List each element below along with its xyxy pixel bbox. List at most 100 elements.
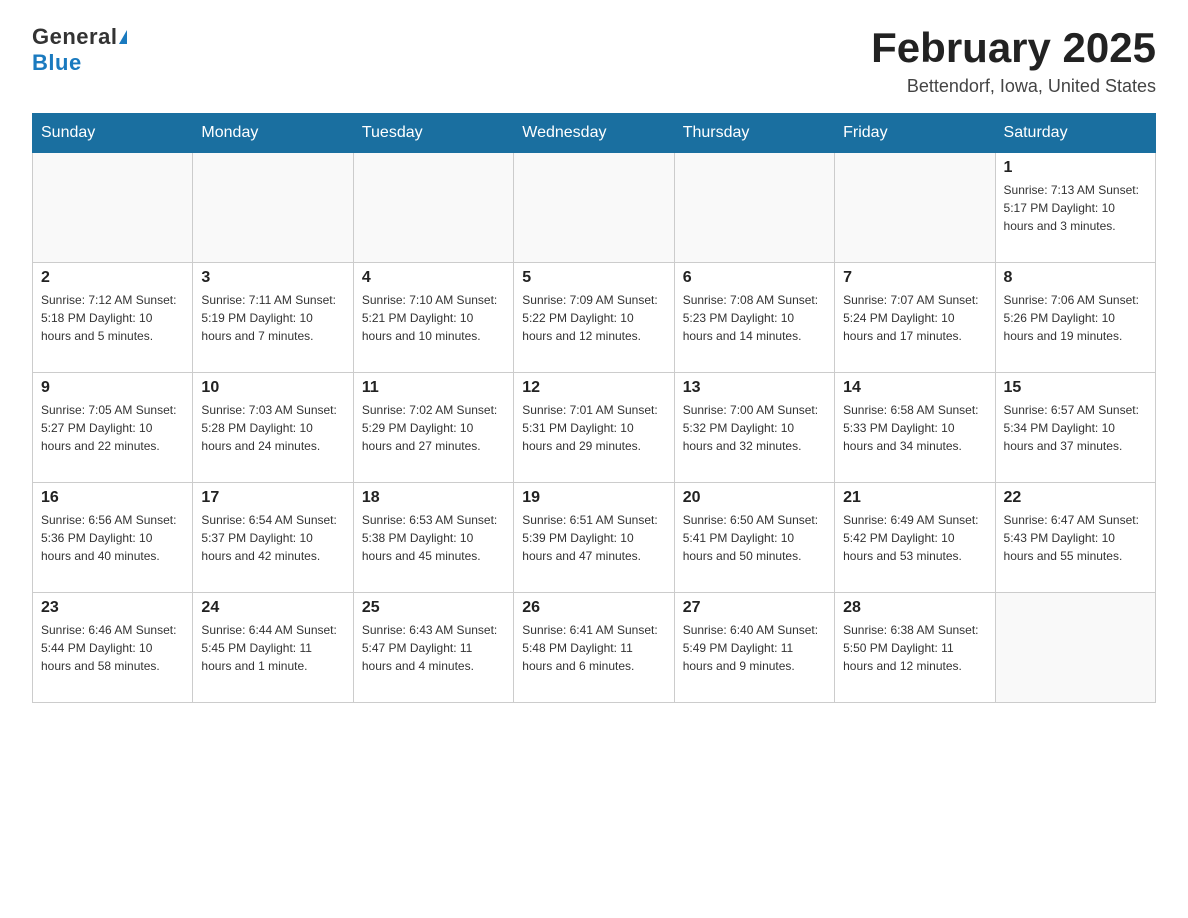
day-number: 21 (843, 489, 986, 507)
table-row: 5 Sunrise: 7:09 AM Sunset: 5:22 PM Daylig… (514, 263, 674, 373)
table-row: 19 Sunrise: 6:51 AM Sunset: 5:39 PM Dayli… (514, 483, 674, 593)
day-info: Sunrise: 6:47 AM Sunset: 5:43 PM Dayligh… (1004, 511, 1147, 565)
day-number: 7 (843, 269, 986, 287)
day-info: Sunrise: 6:38 AM Sunset: 5:50 PM Dayligh… (843, 621, 986, 675)
table-row: 23 Sunrise: 6:46 AM Sunset: 5:44 PM Dayli… (33, 593, 193, 703)
logo-blue-text: Blue (32, 50, 82, 76)
day-info: Sunrise: 7:12 AM Sunset: 5:18 PM Dayligh… (41, 291, 184, 345)
table-row: 20Sunrise: 6:50 AM Sunset: 5:41 PM Dayli… (674, 483, 834, 593)
day-number: 5 (522, 269, 665, 287)
header-thursday: Thursday (674, 114, 834, 153)
table-row: 25 Sunrise: 6:43 AM Sunset: 5:47 PM Dayli… (353, 593, 513, 703)
day-info: Sunrise: 7:05 AM Sunset: 5:27 PM Dayligh… (41, 401, 184, 455)
day-info: Sunrise: 6:41 AM Sunset: 5:48 PM Dayligh… (522, 621, 665, 675)
table-row: 13 Sunrise: 7:00 AM Sunset: 5:32 PM Dayli… (674, 373, 834, 483)
day-info: Sunrise: 7:07 AM Sunset: 5:24 PM Dayligh… (843, 291, 986, 345)
day-number: 24 (201, 599, 344, 617)
header-monday: Monday (193, 114, 353, 153)
day-number: 25 (362, 599, 505, 617)
day-info: Sunrise: 6:57 AM Sunset: 5:34 PM Dayligh… (1004, 401, 1147, 455)
table-row: 21 Sunrise: 6:49 AM Sunset: 5:42 PM Dayli… (835, 483, 995, 593)
table-row: 9Sunrise: 7:05 AM Sunset: 5:27 PM Daylig… (33, 373, 193, 483)
calendar-header-row: Sunday Monday Tuesday Wednesday Thursday… (33, 114, 1156, 153)
table-row: 11 Sunrise: 7:02 AM Sunset: 5:29 PM Dayli… (353, 373, 513, 483)
table-row: 10Sunrise: 7:03 AM Sunset: 5:28 PM Dayli… (193, 373, 353, 483)
header-sunday: Sunday (33, 114, 193, 153)
header-friday: Friday (835, 114, 995, 153)
day-number: 20 (683, 489, 826, 507)
day-number: 1 (1004, 159, 1147, 177)
table-row: 27 Sunrise: 6:40 AM Sunset: 5:49 PM Dayli… (674, 593, 834, 703)
day-info: Sunrise: 6:49 AM Sunset: 5:42 PM Dayligh… (843, 511, 986, 565)
day-number: 2 (41, 269, 184, 287)
table-row: 7 Sunrise: 7:07 AM Sunset: 5:24 PM Daylig… (835, 263, 995, 373)
day-number: 18 (362, 489, 505, 507)
day-info: Sunrise: 7:01 AM Sunset: 5:31 PM Dayligh… (522, 401, 665, 455)
day-number: 22 (1004, 489, 1147, 507)
day-info: Sunrise: 6:44 AM Sunset: 5:45 PM Dayligh… (201, 621, 344, 675)
location-text: Bettendorf, Iowa, United States (871, 76, 1156, 97)
logo-triangle-icon (119, 30, 127, 44)
day-info: Sunrise: 7:02 AM Sunset: 5:29 PM Dayligh… (362, 401, 505, 455)
table-row: 4 Sunrise: 7:10 AM Sunset: 5:21 PM Daylig… (353, 263, 513, 373)
day-number: 12 (522, 379, 665, 397)
table-row: 2 Sunrise: 7:12 AM Sunset: 5:18 PM Daylig… (33, 263, 193, 373)
day-info: Sunrise: 7:08 AM Sunset: 5:23 PM Dayligh… (683, 291, 826, 345)
day-number: 13 (683, 379, 826, 397)
table-row: 16 Sunrise: 6:56 AM Sunset: 5:36 PM Dayli… (33, 483, 193, 593)
logo: General Blue (32, 24, 127, 76)
calendar-table: Sunday Monday Tuesday Wednesday Thursday… (32, 113, 1156, 703)
day-number: 6 (683, 269, 826, 287)
day-info: Sunrise: 7:09 AM Sunset: 5:22 PM Dayligh… (522, 291, 665, 345)
calendar-week-3: 9Sunrise: 7:05 AM Sunset: 5:27 PM Daylig… (33, 373, 1156, 483)
header-saturday: Saturday (995, 114, 1155, 153)
table-row: 3Sunrise: 7:11 AM Sunset: 5:19 PM Daylig… (193, 263, 353, 373)
calendar-week-1: 1 Sunrise: 7:13 AM Sunset: 5:17 PM Daylig… (33, 153, 1156, 263)
table-row: 26Sunrise: 6:41 AM Sunset: 5:48 PM Dayli… (514, 593, 674, 703)
header-tuesday: Tuesday (353, 114, 513, 153)
day-info: Sunrise: 6:46 AM Sunset: 5:44 PM Dayligh… (41, 621, 184, 675)
month-title: February 2025 (871, 24, 1156, 72)
table-row: 14Sunrise: 6:58 AM Sunset: 5:33 PM Dayli… (835, 373, 995, 483)
table-row: 22 Sunrise: 6:47 AM Sunset: 5:43 PM Dayli… (995, 483, 1155, 593)
day-number: 17 (201, 489, 344, 507)
title-block: February 2025 Bettendorf, Iowa, United S… (871, 24, 1156, 97)
table-row: 28 Sunrise: 6:38 AM Sunset: 5:50 PM Dayli… (835, 593, 995, 703)
day-number: 4 (362, 269, 505, 287)
day-number: 19 (522, 489, 665, 507)
day-number: 28 (843, 599, 986, 617)
table-row: 24 Sunrise: 6:44 AM Sunset: 5:45 PM Dayli… (193, 593, 353, 703)
day-info: Sunrise: 6:56 AM Sunset: 5:36 PM Dayligh… (41, 511, 184, 565)
day-number: 8 (1004, 269, 1147, 287)
day-info: Sunrise: 6:58 AM Sunset: 5:33 PM Dayligh… (843, 401, 986, 455)
day-info: Sunrise: 7:00 AM Sunset: 5:32 PM Dayligh… (683, 401, 826, 455)
day-info: Sunrise: 6:43 AM Sunset: 5:47 PM Dayligh… (362, 621, 505, 675)
table-row (674, 153, 834, 263)
day-info: Sunrise: 7:10 AM Sunset: 5:21 PM Dayligh… (362, 291, 505, 345)
table-row (835, 153, 995, 263)
day-info: Sunrise: 7:13 AM Sunset: 5:17 PM Dayligh… (1004, 181, 1147, 235)
day-info: Sunrise: 6:40 AM Sunset: 5:49 PM Dayligh… (683, 621, 826, 675)
table-row (353, 153, 513, 263)
day-number: 15 (1004, 379, 1147, 397)
table-row (514, 153, 674, 263)
day-number: 16 (41, 489, 184, 507)
day-number: 23 (41, 599, 184, 617)
calendar-week-2: 2 Sunrise: 7:12 AM Sunset: 5:18 PM Daylig… (33, 263, 1156, 373)
table-row: 15 Sunrise: 6:57 AM Sunset: 5:34 PM Dayli… (995, 373, 1155, 483)
table-row: 17Sunrise: 6:54 AM Sunset: 5:37 PM Dayli… (193, 483, 353, 593)
table-row: 18 Sunrise: 6:53 AM Sunset: 5:38 PM Dayli… (353, 483, 513, 593)
day-info: Sunrise: 6:53 AM Sunset: 5:38 PM Dayligh… (362, 511, 505, 565)
table-row: 6 Sunrise: 7:08 AM Sunset: 5:23 PM Daylig… (674, 263, 834, 373)
day-number: 27 (683, 599, 826, 617)
page-header: General Blue February 2025 Bettendorf, I… (32, 24, 1156, 97)
calendar-week-4: 16 Sunrise: 6:56 AM Sunset: 5:36 PM Dayli… (33, 483, 1156, 593)
day-info: Sunrise: 7:03 AM Sunset: 5:28 PM Dayligh… (201, 401, 344, 455)
table-row (193, 153, 353, 263)
calendar-week-5: 23 Sunrise: 6:46 AM Sunset: 5:44 PM Dayli… (33, 593, 1156, 703)
table-row: 1 Sunrise: 7:13 AM Sunset: 5:17 PM Daylig… (995, 153, 1155, 263)
logo-general-text: General (32, 24, 117, 50)
day-info: Sunrise: 6:51 AM Sunset: 5:39 PM Dayligh… (522, 511, 665, 565)
day-number: 11 (362, 379, 505, 397)
table-row: 12 Sunrise: 7:01 AM Sunset: 5:31 PM Dayli… (514, 373, 674, 483)
